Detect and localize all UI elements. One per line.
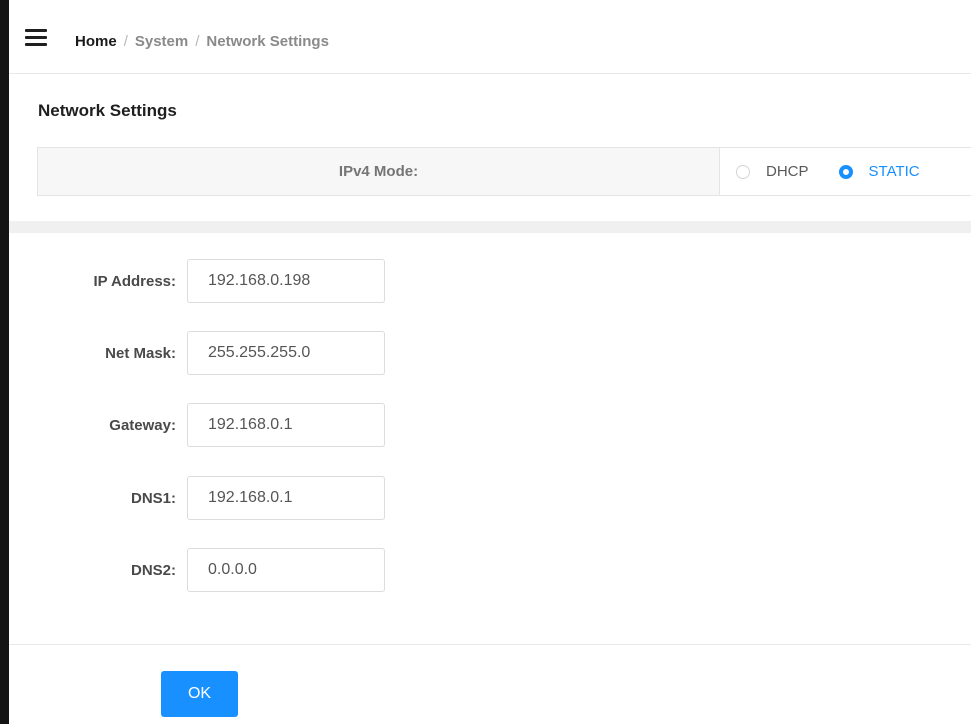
radio-static-label: STATIC [868,163,920,180]
page-title: Network Settings [38,101,177,120]
ok-button[interactable]: OK [161,671,238,717]
ip-address-input[interactable] [187,259,385,303]
hamburger-menu-icon[interactable] [25,29,47,46]
network-settings-page: Home / System / Network Settings Network Set… [0,0,971,724]
top-bar: Home / System / Network Settings [9,0,971,74]
section-divider [9,221,971,233]
window-border [0,0,9,724]
radio-checked-icon[interactable] [838,164,853,179]
dns2-label: DNS2: [130,562,176,579]
ipv4-mode-label: IPv4 Mode: [38,148,720,195]
breadcrumb-home[interactable]: Home [75,33,117,50]
net-mask-input[interactable] [187,331,385,375]
dns1-input[interactable] [187,476,385,520]
network-form: IP Address: Net Mask: Gateway: DNS1: DNS… [9,233,971,645]
radio-static[interactable]: STATIC [838,163,920,180]
breadcrumb-system[interactable]: System [135,33,188,50]
radio-unchecked-icon[interactable] [736,164,750,179]
radio-dhcp[interactable]: DHCP [736,163,809,180]
radio-dhcp-label: DHCP [766,163,809,180]
dns1-label: DNS1: [130,490,176,507]
ip-address-label: IP Address: [93,273,176,290]
form-footer: OK [9,646,971,724]
ipv4-mode-row: IPv4 Mode: DHCP STATIC [37,147,971,196]
dns2-input[interactable] [187,548,385,592]
ipv4-mode-options: DHCP STATIC [720,148,971,195]
breadcrumb-separator: / [195,33,200,50]
breadcrumb-current: Network Settings [206,33,329,50]
net-mask-label: Net Mask: [105,345,176,362]
breadcrumb: Home / System / Network Settings [75,33,329,50]
gateway-input[interactable] [187,403,385,447]
breadcrumb-separator: / [123,33,128,50]
gateway-label: Gateway: [109,417,176,434]
